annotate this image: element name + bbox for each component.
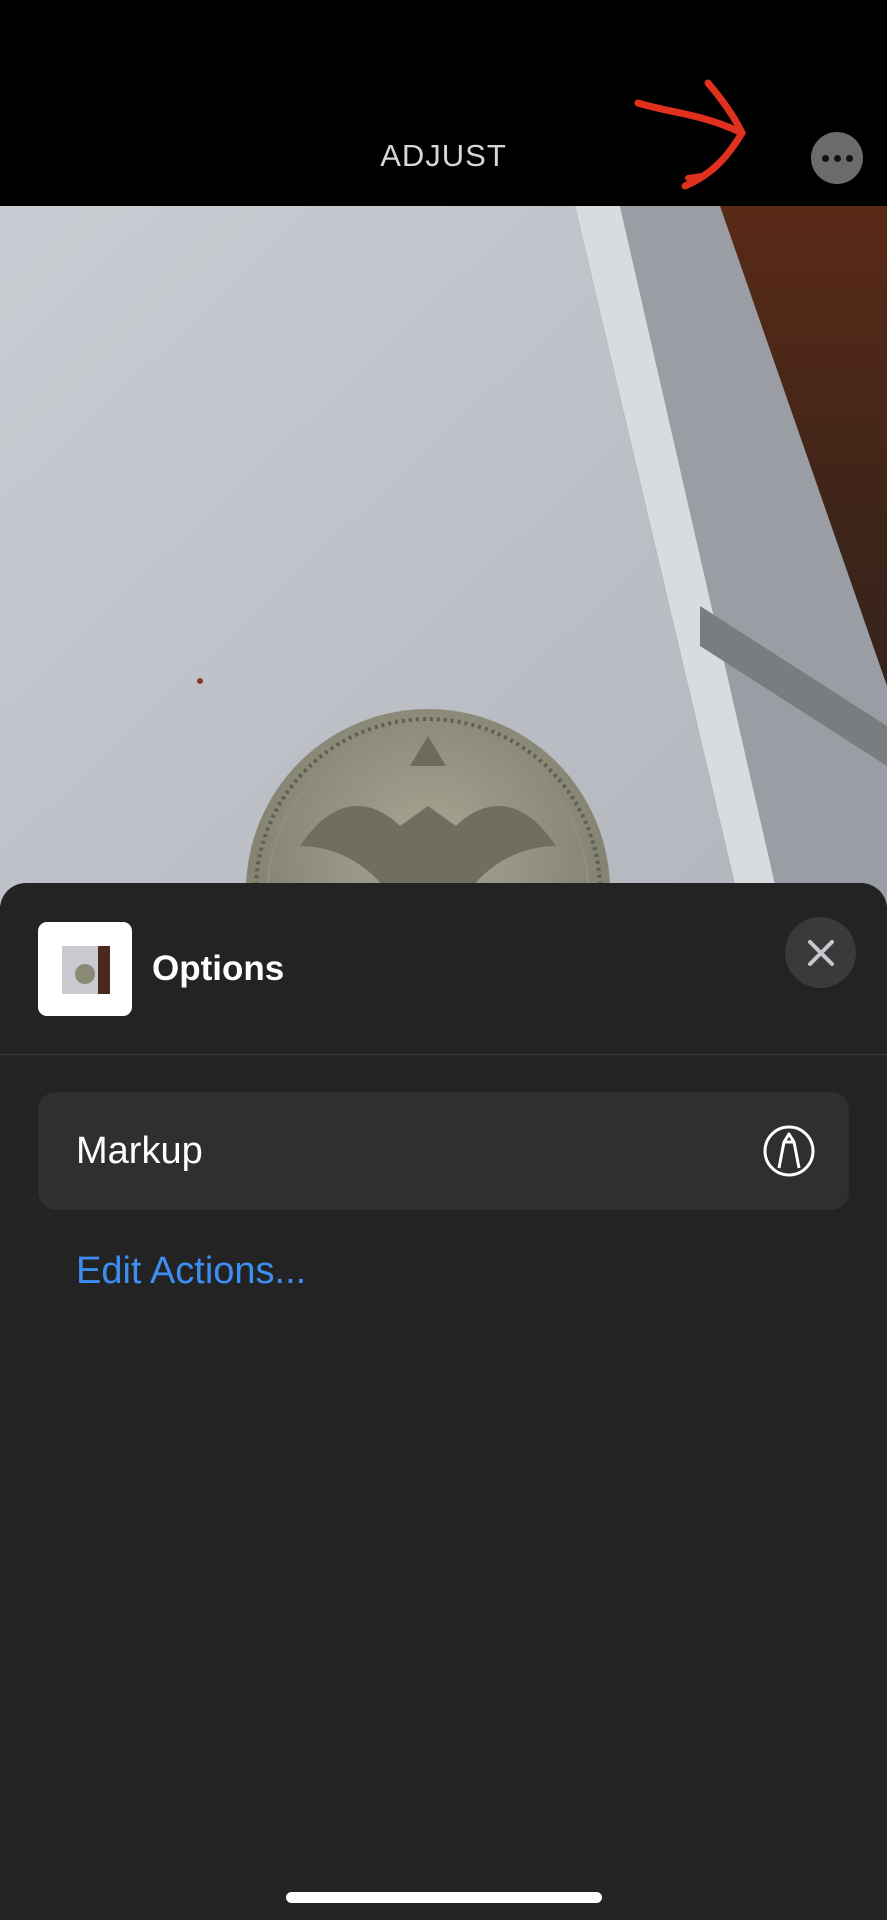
more-options-button[interactable] bbox=[811, 132, 863, 184]
markup-pen-icon bbox=[763, 1125, 815, 1177]
red-arrow-annotation bbox=[634, 79, 746, 190]
home-indicator[interactable] bbox=[286, 1892, 602, 1903]
markup-action[interactable]: Markup bbox=[38, 1092, 849, 1210]
edit-actions-link[interactable]: Edit Actions... bbox=[76, 1250, 306, 1293]
photo-preview bbox=[0, 206, 887, 906]
options-sheet: Options Markup Edit Actions... bbox=[0, 883, 887, 1920]
close-button[interactable] bbox=[785, 917, 856, 988]
mode-title: ADJUST bbox=[380, 138, 507, 173]
markup-label: Markup bbox=[76, 1130, 203, 1172]
top-bar: ADJUST bbox=[0, 0, 887, 206]
ellipsis-icon bbox=[821, 154, 853, 162]
photo-thumbnail bbox=[38, 922, 132, 1016]
coin-photo bbox=[0, 206, 887, 906]
sheet-header: Options bbox=[0, 883, 887, 1055]
close-icon bbox=[807, 939, 834, 966]
sheet-title: Options bbox=[152, 949, 285, 988]
